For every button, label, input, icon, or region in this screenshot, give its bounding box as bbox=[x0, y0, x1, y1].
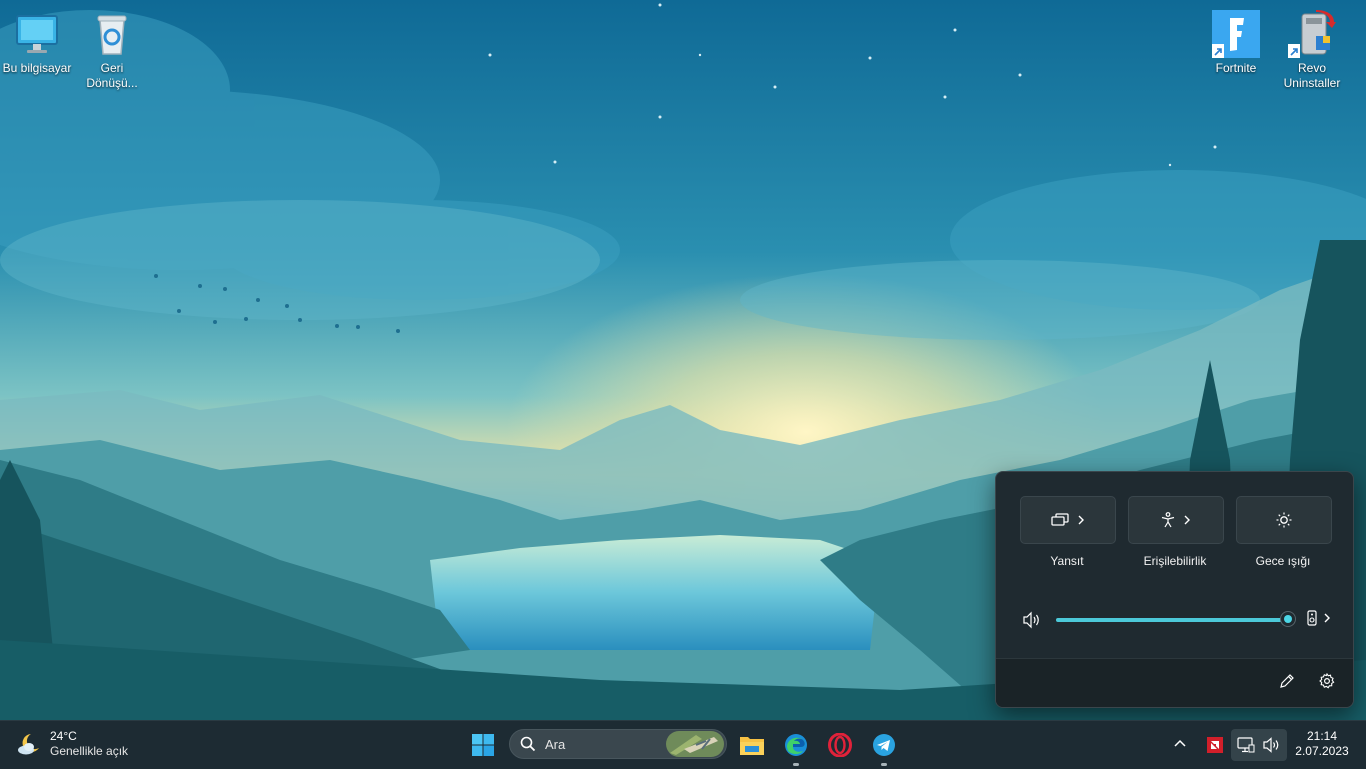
taskbar: 24°C Genellikle açık Ara 21:14 2.07.2023 bbox=[0, 720, 1366, 769]
chevron-right-icon bbox=[1078, 515, 1084, 525]
weather-widget[interactable]: 24°C Genellikle açık bbox=[16, 729, 128, 759]
audio-output-icon bbox=[1307, 610, 1317, 626]
night-light-icon bbox=[1276, 512, 1292, 528]
revo-uninstaller-icon bbox=[1288, 10, 1336, 58]
system-clock[interactable]: 21:14 2.07.2023 bbox=[1290, 729, 1354, 759]
accessibility-tile-label: Erişilebilirlik bbox=[1143, 554, 1207, 568]
amd-tray-button[interactable] bbox=[1199, 729, 1231, 761]
search-placeholder: Ara bbox=[545, 737, 566, 752]
quick-settings-footer bbox=[996, 658, 1353, 707]
clock-time: 21:14 bbox=[1306, 729, 1338, 743]
file-explorer-button[interactable] bbox=[736, 729, 768, 761]
file-explorer-icon bbox=[740, 737, 764, 755]
audio-output-button[interactable] bbox=[1307, 610, 1331, 626]
telegram-icon bbox=[873, 734, 895, 756]
night-light-tile[interactable] bbox=[1236, 496, 1332, 544]
telegram-button[interactable] bbox=[868, 729, 900, 766]
volume-slider-track[interactable] bbox=[1056, 618, 1288, 622]
accessibility-icon bbox=[1161, 512, 1175, 528]
volume-icon bbox=[1263, 737, 1279, 753]
amd-icon bbox=[1207, 737, 1223, 753]
edge-icon bbox=[785, 734, 807, 756]
quick-settings-tiles-area: Yansıt Erişilebilirlik Gece ışığı bbox=[996, 472, 1353, 659]
chevron-right-icon bbox=[1324, 613, 1330, 623]
search-box[interactable]: Ara bbox=[509, 729, 727, 759]
gear-icon[interactable] bbox=[1319, 673, 1335, 689]
project-tile[interactable] bbox=[1020, 496, 1116, 544]
search-highlight-icon bbox=[666, 731, 724, 757]
start-button[interactable] bbox=[467, 729, 499, 761]
volume-row bbox=[996, 610, 1353, 630]
fortnite-icon bbox=[1212, 10, 1260, 58]
pencil-icon[interactable] bbox=[1279, 673, 1295, 689]
weather-temperature: 24°C bbox=[50, 729, 77, 743]
project-tile-label: Yansıt bbox=[1050, 554, 1084, 568]
opera-button[interactable] bbox=[824, 729, 856, 761]
project-icon bbox=[1051, 513, 1069, 526]
opera-icon bbox=[828, 733, 852, 757]
desktop-icon-revo-uninstaller[interactable]: Revo Uninstaller bbox=[1275, 4, 1349, 91]
network-volume-tray[interactable] bbox=[1231, 729, 1287, 761]
desktop-icon-fortnite[interactable]: Fortnite bbox=[1199, 4, 1273, 76]
desktop-icon-recycle-bin[interactable]: Geri Dönüşü... bbox=[75, 4, 149, 91]
moon-cloud-icon bbox=[18, 734, 39, 755]
clock-date: 2.07.2023 bbox=[1295, 744, 1349, 758]
desktop-icon-label: Revo Uninstaller bbox=[1283, 61, 1341, 90]
running-indicator bbox=[793, 763, 799, 766]
desktop-icon-label: Geri Dönüşü... bbox=[86, 61, 138, 90]
network-icon bbox=[1237, 737, 1255, 753]
volume-slider-thumb[interactable] bbox=[1280, 611, 1296, 627]
quick-settings-panel: Yansıt Erişilebilirlik Gece ışığı bbox=[995, 471, 1354, 708]
search-icon bbox=[520, 736, 536, 752]
chevron-right-icon bbox=[1184, 515, 1190, 525]
edge-button[interactable] bbox=[780, 729, 812, 766]
desktop-icon-label: Bu bilgisayar bbox=[2, 61, 72, 75]
desktop-icon-computer[interactable]: Bu bilgisayar bbox=[0, 4, 74, 76]
speaker-icon[interactable] bbox=[1022, 611, 1042, 629]
night-light-tile-label: Gece ışığı bbox=[1255, 554, 1311, 568]
desktop-icon-label: Fortnite bbox=[1215, 61, 1257, 75]
recycle-bin-icon bbox=[88, 10, 136, 58]
chevron-up-icon[interactable] bbox=[1173, 736, 1187, 750]
running-indicator bbox=[881, 763, 887, 766]
computer-icon bbox=[13, 10, 61, 58]
start-icon bbox=[472, 734, 494, 756]
weather-condition: Genellikle açık bbox=[50, 744, 129, 758]
accessibility-tile[interactable] bbox=[1128, 496, 1224, 544]
